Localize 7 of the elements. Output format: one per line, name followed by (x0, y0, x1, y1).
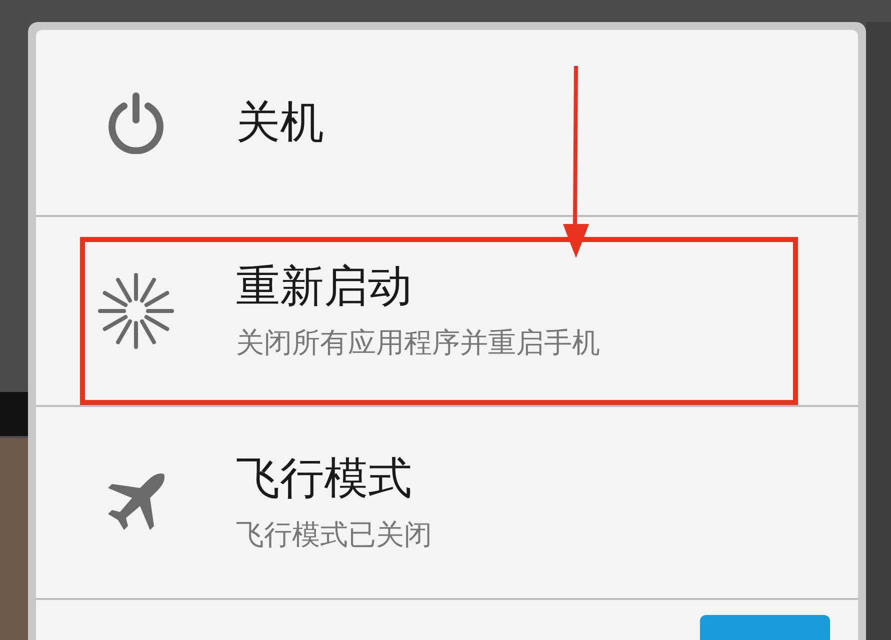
menu-item-title[interactable]: 飞行模式 (236, 450, 432, 506)
menu-item-subtitle: 飞行模式已关闭 (236, 516, 432, 552)
menu-item-title[interactable]: 重新启动 (236, 259, 600, 315)
menu-item-title[interactable]: 关机 (236, 94, 324, 150)
menu-item-subtitle: 关闭所有应用程序并重启手机 (236, 325, 600, 361)
spinner-icon (96, 271, 176, 351)
background-panel (0, 392, 30, 436)
